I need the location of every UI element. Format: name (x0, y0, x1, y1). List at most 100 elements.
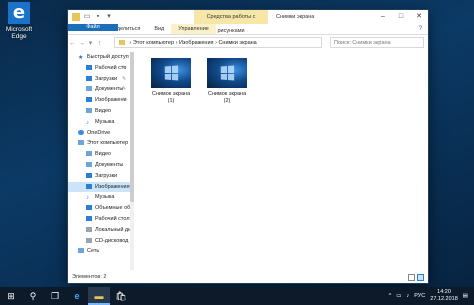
tab-manage[interactable]: Управление (171, 24, 216, 34)
computer-icon (78, 140, 84, 146)
sidebar-item[interactable]: Рабочий стол (68, 214, 133, 225)
sidebar-item[interactable]: Этот компьютер (68, 138, 133, 149)
sidebar-item-label: Загрузки (95, 172, 118, 179)
image-thumbnail (151, 58, 191, 88)
title-bar: ▭ ▪ ▾ Средства работы с рисунками Снимки… (68, 10, 428, 34)
desktop-icon-edge[interactable]: e Microsoft Edge (2, 2, 36, 40)
help-icon[interactable]: ? (413, 24, 428, 34)
properties-icon[interactable]: ▭ (83, 13, 91, 21)
edge-taskbar-icon[interactable]: e (66, 287, 88, 305)
file-name: Снимок экрана (151, 91, 191, 97)
sidebar-item-label: Локальный дис (95, 226, 134, 233)
notifications-icon[interactable]: ▤ (463, 293, 468, 299)
breadcrumb-screenshots[interactable]: Снимки экрана (218, 40, 256, 46)
breadcrumb-pictures[interactable]: Изображения (179, 40, 214, 46)
windows-logo-icon (164, 65, 179, 81)
language-indicator[interactable]: РУС (414, 293, 425, 299)
clock-time: 14:20 (437, 289, 451, 295)
sidebar-item-label: OneDrive (87, 129, 111, 136)
sidebar-item[interactable]: ★ Быстрый доступ (68, 52, 133, 63)
system-tray: ^ ▭ ♪ РУС 14:20 27.12.2018 ▤ (389, 287, 474, 305)
new-folder-icon[interactable]: ▪ (94, 13, 102, 21)
navigation-scrollbar[interactable] (130, 52, 134, 270)
file-item[interactable]: Снимок экрана (1) (146, 58, 196, 104)
close-button[interactable]: ✕ (410, 10, 428, 24)
search-input[interactable]: Поиск: Снимки экрана (330, 37, 424, 48)
sidebar-item[interactable]: Загрузки ✎ (68, 74, 133, 85)
chevron-up-icon[interactable]: ^ (389, 293, 392, 299)
navigation-bar: ← → ▾ ↑ › Этот компьютер › Изображения ›… (68, 36, 428, 50)
sidebar-item[interactable]: Сеть (68, 246, 133, 257)
file-explorer-window: ▭ ▪ ▾ Средства работы с рисунками Снимки… (68, 10, 428, 283)
file-list: Снимок экрана (1) Снимок экрана (2) (138, 52, 426, 270)
network-icon[interactable]: ▭ (396, 293, 401, 299)
sidebar-item[interactable]: Документы (68, 160, 133, 171)
folder-blue-icon (86, 215, 92, 221)
cloud-icon (78, 129, 84, 135)
sidebar-item[interactable]: OneDrive (68, 128, 133, 139)
sidebar-item-label: Документы (95, 161, 124, 168)
sidebar-item[interactable]: Загрузки (68, 171, 133, 182)
sidebar-item[interactable]: ♪ Музыка (68, 117, 133, 128)
pictures-icon (86, 97, 92, 103)
sidebar-item[interactable]: Локальный дис (68, 225, 133, 236)
sidebar-item[interactable]: CD-дисковод (D (68, 236, 133, 247)
scrollbar-thumb[interactable] (130, 52, 134, 202)
sidebar-item-label: Объемные объ (95, 205, 134, 212)
sidebar-item[interactable]: Рабочий сто ✎ (68, 63, 133, 74)
recent-locations-icon[interactable]: ▾ (86, 39, 95, 47)
sidebar-item-label: CD-дисковод (D (95, 237, 134, 244)
sidebar-item[interactable]: Объемные объ (68, 203, 133, 214)
image-thumbnail (207, 58, 247, 88)
large-icons-view-icon[interactable] (417, 274, 424, 281)
sidebar-item-label: Музыка (95, 118, 115, 125)
up-arrow-icon[interactable]: ↑ (95, 40, 104, 47)
pin-icon: ✎ (122, 75, 127, 82)
start-windows-icon[interactable]: ⊞ (0, 287, 22, 305)
sidebar-item-label: Сеть (87, 248, 100, 255)
pin-icon: ✎ (122, 97, 127, 104)
sidebar-item[interactable]: Видео (68, 149, 133, 160)
chevron-down-icon[interactable]: ▾ (105, 13, 113, 21)
minimize-button[interactable]: – (374, 10, 392, 24)
file-explorer-taskbar-icon[interactable]: ▬ (88, 287, 110, 305)
clock[interactable]: 14:20 27.12.2018 (430, 289, 458, 303)
sidebar-item-label: Рабочий стол (95, 215, 130, 222)
forward-arrow-icon[interactable]: → (77, 40, 86, 47)
sidebar-item-label: Изображения (95, 183, 130, 190)
sidebar-item[interactable]: Изображени ✎ (68, 95, 133, 106)
status-bar: Элементов: 2 (68, 272, 428, 283)
drive-icon (86, 226, 92, 232)
details-view-icon[interactable] (408, 274, 415, 281)
back-arrow-icon[interactable]: ← (68, 40, 77, 47)
navigation-pane: ★ Быстрый доступ Рабочий сто ✎ Загрузки ✎ Доку… (68, 52, 134, 270)
sidebar-item-label: Этот компьютер (87, 140, 129, 147)
tab-view[interactable]: Вид (147, 24, 171, 34)
download-icon (86, 75, 92, 81)
sidebar-item[interactable]: ♪ Музыка (68, 192, 133, 203)
music-icon: ♪ (86, 195, 89, 202)
maximize-button[interactable]: □ (392, 10, 410, 24)
task-view-icon[interactable]: ❐ (44, 287, 66, 305)
window-controls: – □ ✕ (374, 10, 428, 24)
edge-icon: e (8, 2, 30, 24)
sidebar-item[interactable]: Видео (68, 106, 133, 117)
search-icon[interactable]: ⚲ (22, 287, 44, 305)
address-bar[interactable]: › Этот компьютер › Изображения › Снимки … (114, 37, 322, 48)
windows-logo-icon (220, 65, 235, 81)
tab-file[interactable]: Файл (68, 24, 118, 31)
volume-icon[interactable]: ♪ (407, 293, 410, 299)
view-switcher (408, 274, 424, 281)
cd-drive-icon (86, 237, 92, 243)
desktop-icon-label: Microsoft Edge (5, 26, 33, 40)
folder-icon (72, 13, 80, 21)
sidebar-item-label: Музыка (95, 194, 115, 201)
file-item[interactable]: Снимок экрана (2) (202, 58, 252, 104)
network-icon (78, 248, 84, 254)
sidebar-item[interactable]: Изображения (68, 181, 133, 193)
sidebar-item-label: Быстрый доступ (87, 54, 129, 60)
sidebar-item-label: Документы (95, 86, 124, 93)
breadcrumb-this-pc[interactable]: Этот компьютер (133, 40, 174, 46)
sidebar-item[interactable]: Документы ✎ (68, 84, 133, 95)
store-icon[interactable]: 🛍 (110, 287, 132, 305)
